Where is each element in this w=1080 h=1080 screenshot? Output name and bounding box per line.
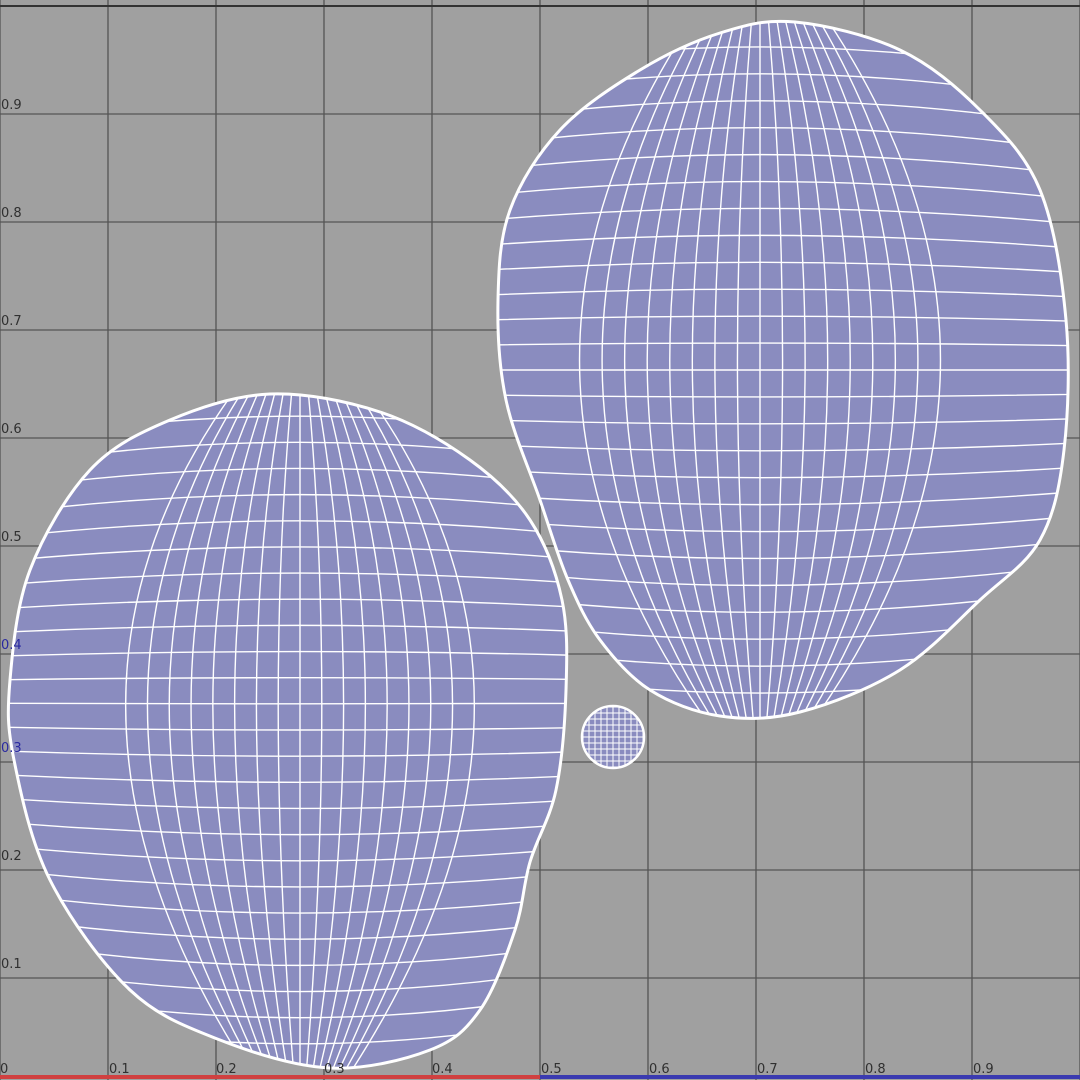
small-uv-shell[interactable]	[575, 700, 650, 775]
y-tick-0.6: 0.6	[1, 422, 22, 437]
x-tick-0.7: 0.7	[757, 1062, 778, 1077]
x-tick-0.4: 0.4	[432, 1062, 453, 1077]
x-tick-0.9: 0.9	[973, 1062, 994, 1077]
uv-canvas[interactable]: 0 0.1 0.2 0.3 0.4 0.5 0.6 0.7 0.8 0.9 0.…	[0, 0, 1080, 1080]
x-tick-0.6: 0.6	[649, 1062, 670, 1077]
uv-texture-editor[interactable]: 0 0.1 0.2 0.3 0.4 0.5 0.6 0.7 0.8 0.9 0.…	[0, 0, 1080, 1080]
uv-edge-latitude	[8, 702, 567, 705]
y-tick-0.5: 0.5	[1, 530, 22, 545]
x-tick-0.1: 0.1	[109, 1062, 130, 1077]
y-tick-0.3: 0.3	[1, 741, 22, 756]
y-tick-0.4: 0.4	[1, 638, 22, 653]
y-tick-0.9: 0.9	[1, 98, 22, 113]
y-tick-0.8: 0.8	[1, 206, 22, 221]
x-tick-0.5: 0.5	[541, 1062, 562, 1077]
y-tick-0.7: 0.7	[1, 314, 22, 329]
x-tick-0: 0	[0, 1062, 8, 1077]
x-tick-0.8: 0.8	[865, 1062, 886, 1077]
small-uv-shell-wireframe	[582, 706, 644, 768]
x-tick-0.2: 0.2	[216, 1062, 237, 1077]
x-tick-0.3: 0.3	[324, 1062, 345, 1077]
y-tick-0.1: 0.1	[1, 957, 22, 972]
y-tick-0.2: 0.2	[1, 849, 22, 864]
